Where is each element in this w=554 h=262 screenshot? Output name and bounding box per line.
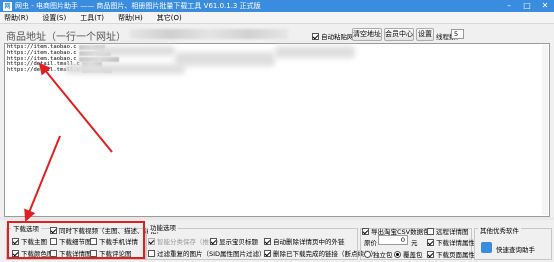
highlight-box xyxy=(7,221,145,259)
overwrite-pack-label: 覆盖包 xyxy=(403,251,423,259)
menu-item-settings[interactable]: 设置(S) xyxy=(42,13,66,23)
download-details-attr-option[interactable]: 下载详情属性 xyxy=(427,237,475,247)
url-list-label: 商品地址（一行一个网址） xyxy=(6,32,126,43)
divider xyxy=(0,217,554,220)
maximize-icon[interactable]: □ xyxy=(518,0,536,12)
menu-item-help-r[interactable]: 帮助(R) xyxy=(4,13,28,23)
menu-bar: 帮助(R) 设置(S) 工具(T) 帮助(H) 其它(O) xyxy=(0,12,554,24)
vertical-scrollbar[interactable] xyxy=(542,45,548,215)
remove-external-links-label: 自动删除详情页中的外链 xyxy=(273,238,345,246)
menu-item-tools[interactable]: 工具(T) xyxy=(80,13,104,23)
url-textarea[interactable]: https://item.taobao.c https://item.taoba… xyxy=(4,43,550,217)
threads-spinner[interactable]: 5 xyxy=(451,29,464,39)
filter-duplicate-label: 过滤重复的图片（SID属性图片过滤） xyxy=(157,250,266,258)
show-title-option[interactable]: 显示宝贝标题 xyxy=(210,236,258,246)
remote-detail-checkbox[interactable] xyxy=(427,227,434,235)
filter-duplicate-option[interactable]: 过滤重复的图片（SID属性图片过滤） xyxy=(148,248,266,258)
download-details-attr-checkbox[interactable] xyxy=(427,238,434,246)
independent-pack-label: 独立包 xyxy=(373,251,393,259)
title-bar: 网 网虫 - 电商图片助手 —— 商品图片、相册图片批量下载工具 V61.0.1… xyxy=(0,0,554,12)
download-details-attr-label: 下载详情属性 xyxy=(436,239,475,247)
minimize-icon[interactable]: – xyxy=(500,0,518,12)
blurred-region xyxy=(65,64,185,74)
price-value: 0 xyxy=(400,236,405,244)
function-options-title: 功能选项 xyxy=(148,222,178,232)
blurred-region xyxy=(130,29,288,39)
remote-detail-label: 远程详情图 xyxy=(436,228,469,236)
delete-downloaded-checkbox[interactable] xyxy=(264,249,271,257)
price-label: 原价 xyxy=(364,239,377,247)
price-input[interactable]: 0 xyxy=(378,235,408,245)
export-csv-checkbox[interactable] xyxy=(362,227,369,235)
blurred-region xyxy=(275,46,355,58)
remote-detail-option[interactable]: 远程详情图 xyxy=(427,226,469,236)
smart-classify-checkbox[interactable] xyxy=(148,237,155,245)
filter-duplicate-checkbox[interactable] xyxy=(148,249,155,257)
quick-query-icon[interactable] xyxy=(481,242,492,253)
overwrite-pack-option[interactable]: 覆盖包 xyxy=(394,249,423,259)
independent-pack-radio[interactable] xyxy=(364,250,371,258)
price-unit: 元 xyxy=(411,239,418,247)
blurred-region xyxy=(175,52,275,66)
quick-query-link[interactable]: 快速查询助手 xyxy=(496,244,535,254)
download-page-attr-checkbox[interactable] xyxy=(427,250,434,258)
window-title: 网虫 - 电商图片助手 —— 商品图片、相册图片批量下载工具 V61.0.1.3… xyxy=(15,2,261,10)
menu-item-help[interactable]: 帮助(H) xyxy=(118,13,143,23)
remove-external-links-checkbox[interactable] xyxy=(264,237,271,245)
settings-button[interactable]: 设置 xyxy=(416,28,434,41)
remove-external-links-option[interactable]: 自动删除详情页中的外链 xyxy=(264,236,345,246)
app-logo-icon: 网 xyxy=(3,1,12,11)
recommend-title: 其他优秀软件 xyxy=(478,225,521,235)
menu-item-other[interactable]: 其它(O) xyxy=(157,13,182,23)
independent-pack-option[interactable]: 独立包 xyxy=(364,249,393,259)
auto-paste-checkbox[interactable] xyxy=(312,32,319,40)
show-title-checkbox[interactable] xyxy=(210,237,217,245)
close-icon[interactable]: ✕ xyxy=(536,0,554,12)
threads-value: 5 xyxy=(454,30,459,38)
download-page-attr-option[interactable]: 下载页面属性 xyxy=(427,249,475,259)
blurred-region xyxy=(95,46,175,56)
overwrite-pack-radio[interactable] xyxy=(394,250,401,258)
show-title-label: 显示宝贝标题 xyxy=(219,238,258,246)
download-page-attr-label: 下载页面属性 xyxy=(436,251,475,259)
member-center-button[interactable]: 会员中心 xyxy=(384,28,414,41)
clear-address-button[interactable]: 清空地址 xyxy=(352,28,382,41)
